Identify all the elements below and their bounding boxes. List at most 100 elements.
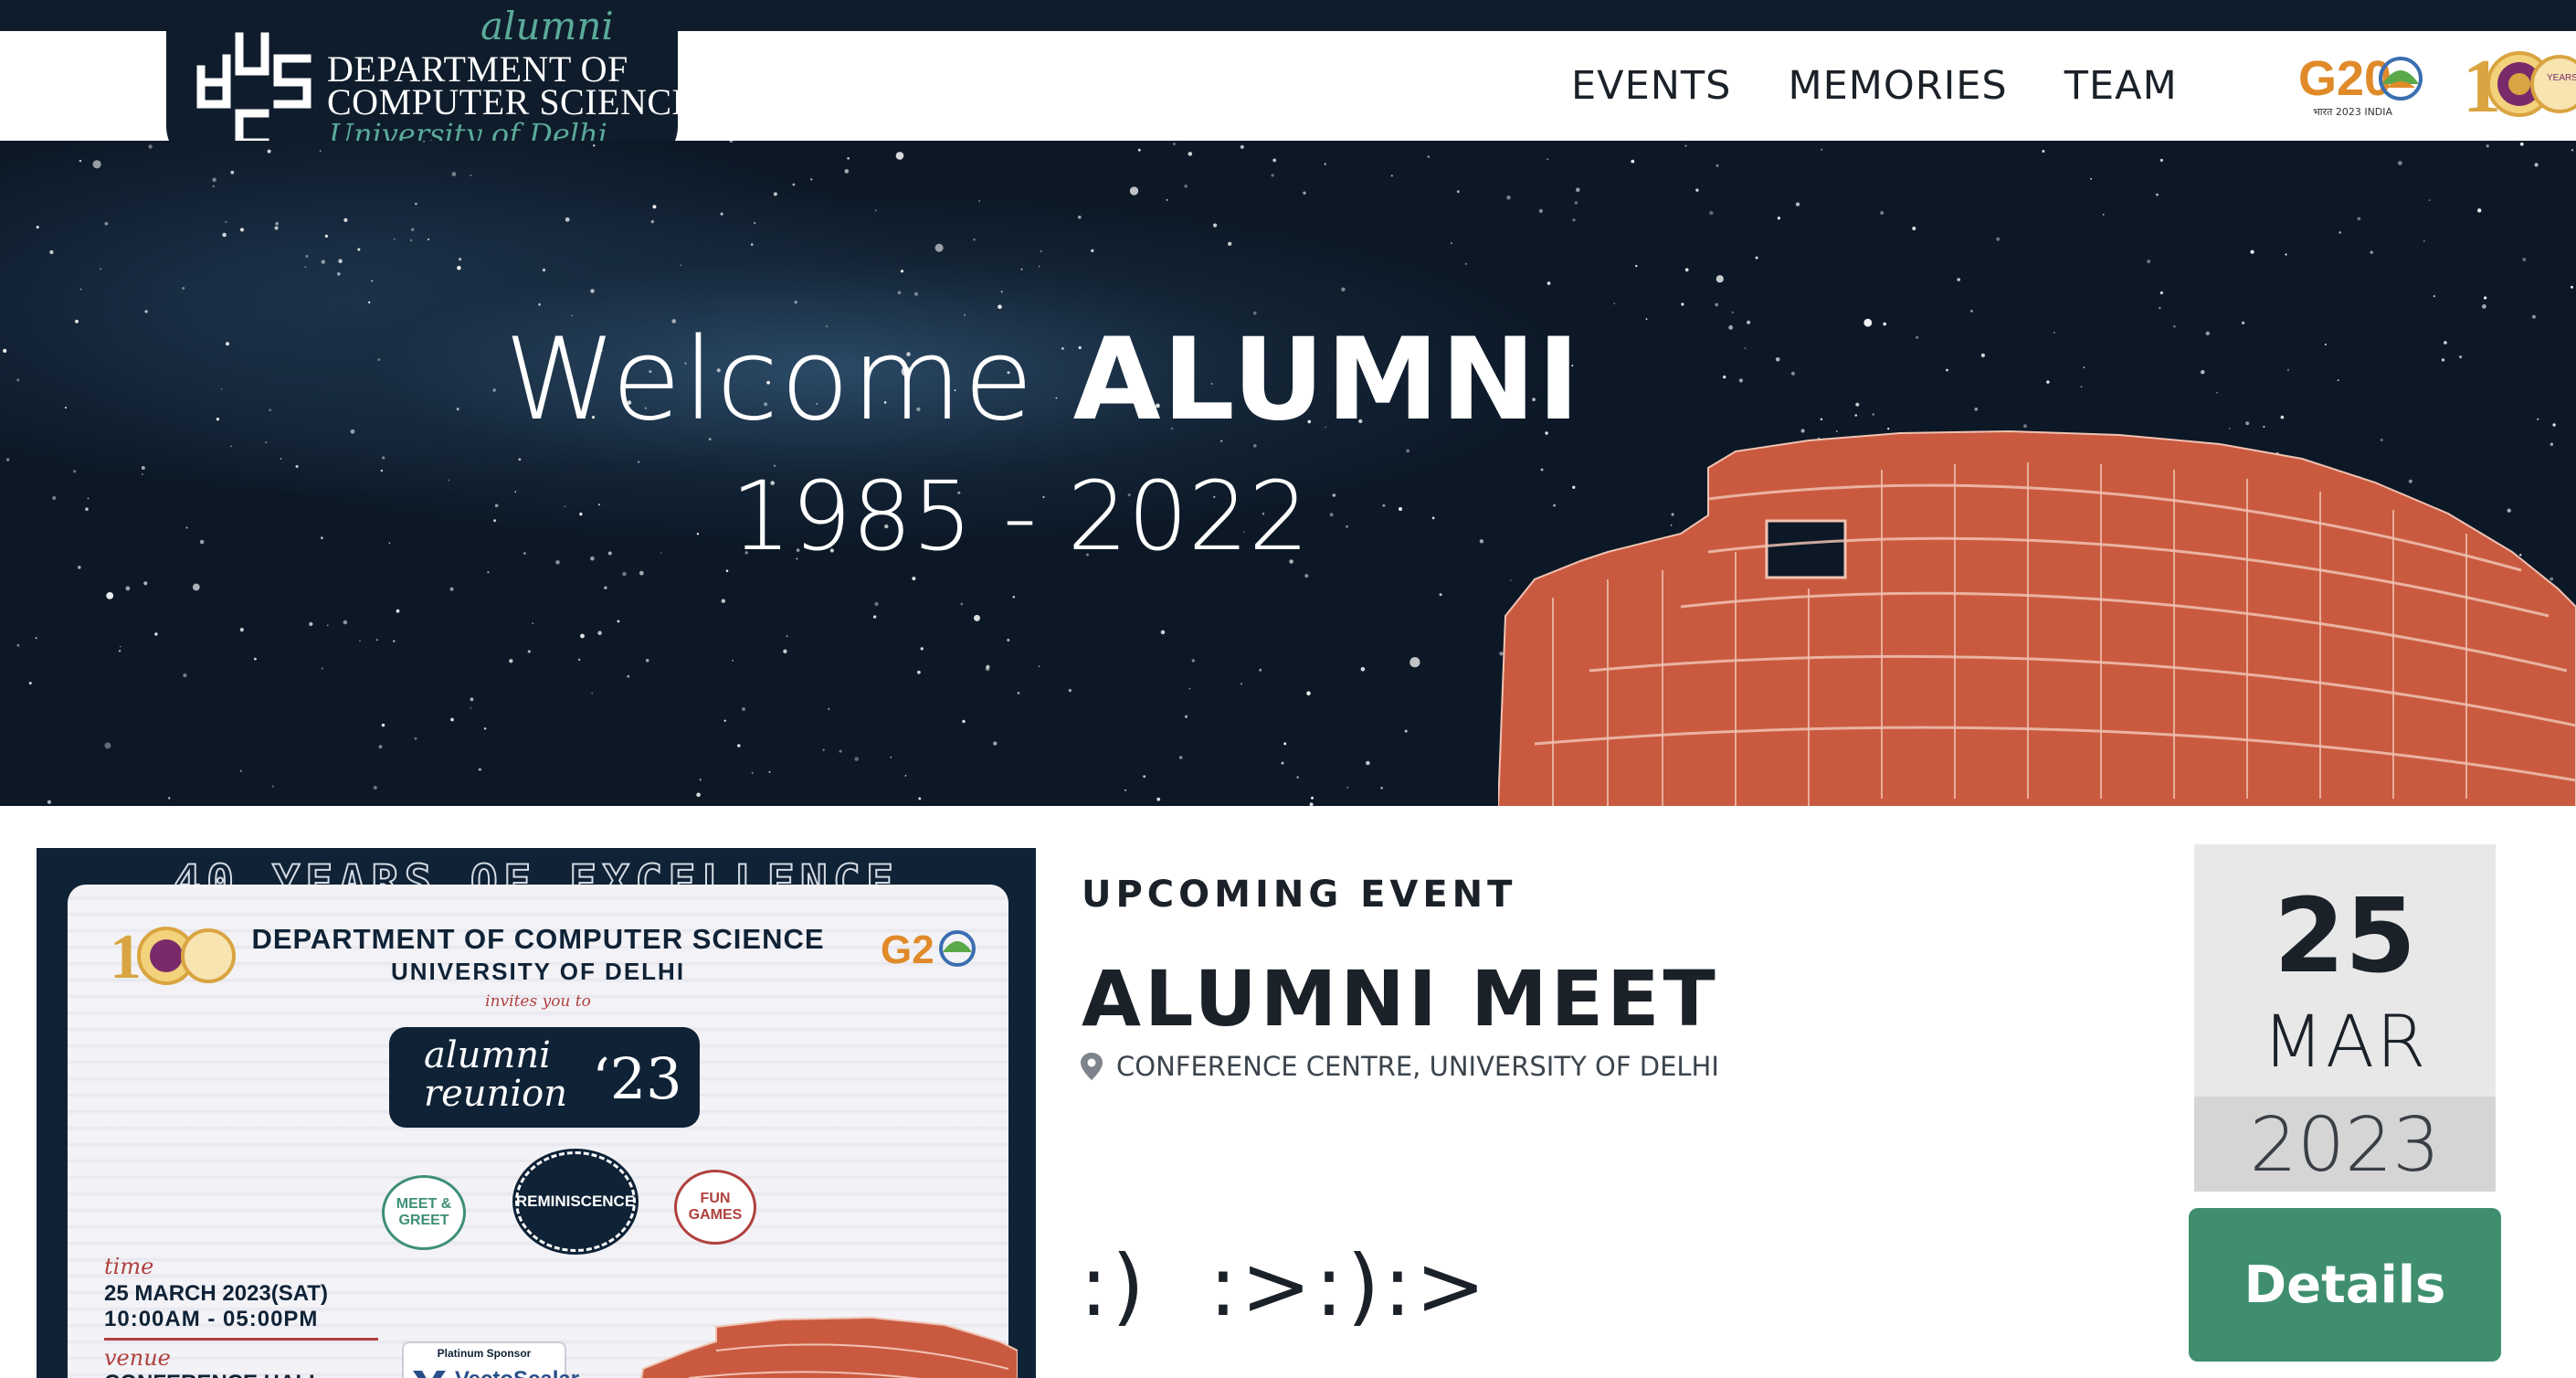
star [1311,796,1314,800]
star [1283,742,1287,746]
star [1464,262,1467,265]
star [192,583,200,591]
star [1038,265,1040,268]
star [1068,689,1072,693]
star [1547,281,1551,285]
star [410,238,413,242]
poster-time-heading: time [104,1254,154,1279]
star [185,526,188,529]
star [1324,163,1326,165]
star [2083,366,2085,368]
star [304,266,307,269]
star [125,586,131,591]
star [1777,217,1780,220]
star [483,727,487,730]
star [1341,287,1346,292]
star [2433,295,2435,298]
star [456,408,459,411]
star [337,272,341,276]
star [2080,386,2083,388]
star [1271,174,1274,177]
star [652,205,657,209]
star [87,497,90,500]
star [1855,402,1860,407]
details-button[interactable]: Details [2189,1208,2501,1362]
upcoming-event-label: UPCOMING EVENT [1082,874,1517,916]
star [874,601,879,607]
star [343,620,348,625]
star [212,177,216,182]
star [1790,371,1795,376]
star [1980,353,1985,357]
star [100,268,101,270]
star [52,495,57,501]
centenary-logo: 1 YEARS 1922-2022 [2463,44,2576,126]
poster-reunion-line1: alumni [424,1034,551,1076]
star [1040,249,1042,253]
star [917,670,921,674]
star [493,519,497,523]
star [1366,760,1370,766]
star [920,647,924,651]
star [742,707,745,711]
event-poster[interactable]: 40 YEARS OF EXCELLENCE 1 G2 DEPARTMENT O… [37,848,1036,1378]
star [393,640,396,642]
star [844,169,850,174]
star [265,441,267,443]
star [222,232,227,238]
poster-sponsor-name: VectoScalar [455,1367,579,1378]
star [1479,539,1484,544]
star [974,614,980,621]
star [220,387,223,390]
nav-links: EVENTS MEMORIES TEAM [1571,31,2178,141]
event-location: CONFERENCE CENTRE, UNIVERSITY OF DELHI [1078,1051,1719,1082]
star [1547,158,1549,161]
star [64,407,67,409]
star [1184,715,1188,718]
star [2156,193,2159,196]
star [118,650,121,652]
star [1399,507,1402,511]
star [1160,630,1166,635]
star [1390,175,1393,177]
star [1000,291,1003,293]
star [904,775,907,777]
star [2534,163,2539,167]
star [737,744,741,747]
star [1974,408,1979,411]
star [5,458,10,461]
star [225,220,227,224]
star [1173,143,1176,145]
star [78,566,81,569]
star [874,209,877,212]
event-date-block: 25 MAR 2023 [2194,844,2496,1192]
star [36,226,39,229]
star [1576,187,1580,192]
star [2042,150,2045,153]
star [414,737,417,740]
star [154,632,158,636]
nav-link-events[interactable]: EVENTS [1571,63,1731,109]
star [1012,596,1016,599]
star [1346,525,1348,528]
star [2159,291,2163,295]
star [872,615,877,619]
star [216,418,220,421]
star [1156,797,1161,801]
poster-meet-greet-badge: MEET & GREET [382,1175,466,1250]
star [16,378,20,382]
star [2477,208,2482,213]
star [786,635,788,638]
star [79,159,82,163]
star [1272,158,1277,163]
star [847,157,850,160]
nav-link-team[interactable]: TEAM [2064,63,2178,109]
star [792,183,796,186]
star [1213,223,1218,228]
star [1538,208,1543,213]
star [2441,358,2445,362]
nav-link-memories[interactable]: MEMORIES [1788,63,2007,109]
star [1681,302,1684,306]
poster-sponsor-heading: Platinum Sponsor [437,1347,532,1360]
star [47,800,52,804]
